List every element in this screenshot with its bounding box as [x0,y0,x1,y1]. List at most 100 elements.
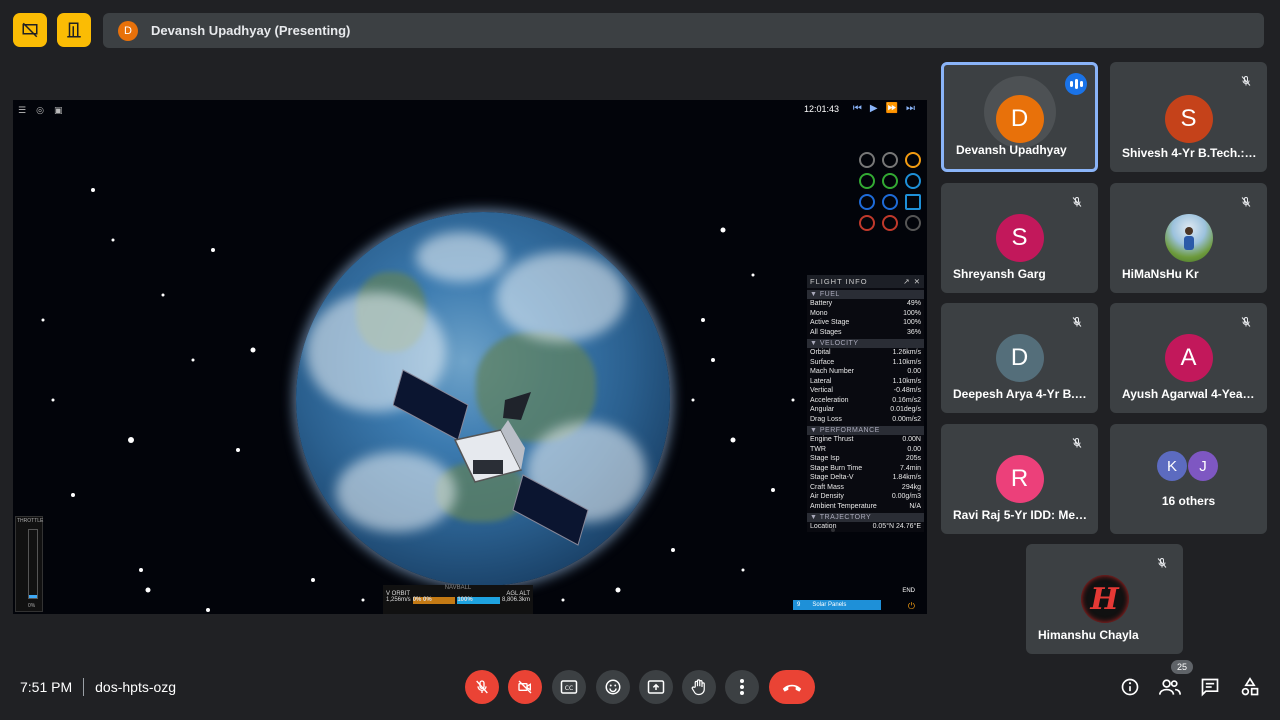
avatar: A [1164,334,1213,382]
flight-info-label: Location [810,523,837,530]
flight-info-label: Angular [810,406,835,413]
fast-forward-icon[interactable]: ⏩ [886,103,898,114]
current-time: 7:51 PM [20,679,73,695]
flight-info-body: ▼ FUEL Battery 49% Mono 100% Active Stage 100%… [807,290,924,532]
participant-tile[interactable]: D Deepesh Arya 4-Yr B.Tech.: Mechanical … [941,303,1098,413]
layout-button[interactable] [57,13,91,47]
participant-tile[interactable]: S Shreyansh Garg [941,183,1098,293]
flight-info-value: 0.16m/s2 [892,396,921,404]
flight-info-row: Engine Thrust 0.00N [807,435,924,445]
meeting-details-button[interactable] [1118,675,1142,699]
reactions-button[interactable] [596,670,630,704]
mic-off-icon [1153,554,1171,572]
flight-info-value: 294kg [901,483,921,491]
flight-info-section-performance[interactable]: ▼ PERFORMANCE [807,426,924,435]
flight-info-section-trajectory[interactable]: ▼ TRAJECTORY [807,513,924,522]
flight-info-value: 0.00m/s2 [892,415,921,423]
present-screen-button[interactable] [639,670,673,704]
power-icon[interactable]: ⏻ [908,601,915,612]
navball-panel: NAVBALL V ORBIT AGL ALT 1,256m/s 0% 0% 1… [383,585,533,614]
throttle-bar[interactable] [28,529,38,599]
screen-share-off-button[interactable] [13,13,47,47]
flight-info-row: Drag Loss 0.00m/s2 [807,415,924,425]
more-options-button[interactable] [725,670,759,704]
participant-tile[interactable]: S Shivesh 4-Yr B.Tech.: Electronics Engg… [1110,62,1267,172]
shapes-icon [1241,677,1259,696]
sim-clock: 12:01:43 [803,104,839,114]
participant-tile[interactable]: A Ayush Agarwal 4-Year B.Tech.: Mining E… [1110,303,1267,413]
avatar-k: K [1157,451,1187,481]
close-icon[interactable]: ↗ ✕ [903,277,921,286]
blue-orbit-icon-2[interactable] [882,194,898,210]
flight-info-value: 0.05°N 24.76°E [872,523,921,530]
flight-info-label: Stage Isp [810,455,840,462]
mic-off-icon [1068,193,1086,211]
step-back-icon[interactable]: ⏮ [853,103,862,114]
participant-tile[interactable]: H Himanshu Chayla [1026,544,1183,654]
microphone-button[interactable] [465,670,499,704]
captions-button[interactable]: CC [552,670,586,704]
participant-name: Shreyansh Garg [953,267,1046,281]
mic-off-icon [1237,313,1255,331]
others-tile[interactable]: K J 16 others [1110,424,1267,534]
participant-tile[interactable]: HiMaNsHu Kr [1110,183,1267,293]
participant-name: Himanshu Chayla [1038,628,1139,642]
svg-text:CC: CC [565,685,573,692]
crosshair-icon[interactable] [905,152,921,168]
skip-icon[interactable]: ⏭ [906,103,915,114]
flight-info-label: Air Density [810,493,844,500]
avatar: D [995,334,1044,382]
divider [83,678,85,696]
menu-icon[interactable]: ☰ [18,105,26,116]
leave-call-button[interactable] [769,670,815,704]
meeting-code[interactable]: dos-hpts-ozg [95,679,176,695]
avatar: R [995,455,1044,503]
red-orbit-icon-2[interactable] [882,215,898,231]
flight-info-label: Vertical [810,387,833,394]
shared-screen: ☰ ◎ ▣ 12:01:43 ⏮ ▶ ⏩ ⏭ FLIGHT INFO ↗ ✕ ▼ … [13,100,927,614]
flight-info-value: 1.84km/s [892,474,921,481]
green-orbit-icon[interactable] [859,173,875,189]
presenter-avatar: D [118,20,138,41]
blue-orbit-icon[interactable] [859,194,875,210]
end-label[interactable]: END [902,588,915,594]
flight-info-row: Lateral 1.10km/s [807,377,924,387]
target-icon[interactable]: ◎ [36,105,44,116]
cloud-icon[interactable] [905,215,921,231]
fuel-gauge-right: 100% [457,597,500,604]
avatar: S [995,214,1044,262]
people-button[interactable] [1158,675,1182,699]
mic-off-icon [1237,72,1255,90]
flight-info-row: Location 0.05°N 24.76°E [807,522,924,532]
red-orbit-icon[interactable] [859,215,875,231]
flight-info-section-velocity[interactable]: ▼ VELOCITY [807,339,924,348]
meeting-info: 7:51 PM dos-hpts-ozg [20,678,176,696]
presenter-bar[interactable]: D Devansh Upadhyay (Presenting) [103,13,1264,48]
flight-info-section-fuel[interactable]: ▼ FUEL [807,290,924,299]
binoculars-icon[interactable] [905,173,921,189]
satellite [393,369,589,546]
flight-info-value: 36% [906,328,921,336]
solar-panels-button[interactable]: 9 Solar Panels [793,600,881,610]
chat-button[interactable] [1198,675,1222,699]
flight-info-row: Craft Mass 294kg [807,483,924,493]
flight-info-value: 1.10km/s [892,377,921,385]
camera-icon[interactable]: ▣ [54,105,63,116]
lock-icon[interactable] [882,152,898,168]
flight-info-label: Drag Loss [810,415,842,423]
play-icon[interactable]: ▶ [870,103,878,114]
raise-hand-button[interactable] [682,670,716,704]
eye-icon[interactable] [859,152,875,168]
throttle-panel[interactable]: THROTTLE 0% [15,516,43,612]
participant-tile[interactable]: R Ravi Raj 5-Yr IDD: Mechanical Engg., I… [941,424,1098,534]
activities-button[interactable] [1238,675,1262,699]
green-orbit-icon-2[interactable] [882,173,898,189]
panel-icon[interactable] [905,194,921,210]
chat-icon [1201,678,1219,697]
camera-button[interactable] [508,670,542,704]
emoji-icon [605,679,621,695]
flight-info-label: Ambient Temperature [810,502,877,510]
gauge-mid-value: 0% [423,597,432,603]
participant-tile[interactable]: D Devansh Upadhyay [941,62,1098,172]
flight-info-value: 0.01deg/s [890,406,921,413]
